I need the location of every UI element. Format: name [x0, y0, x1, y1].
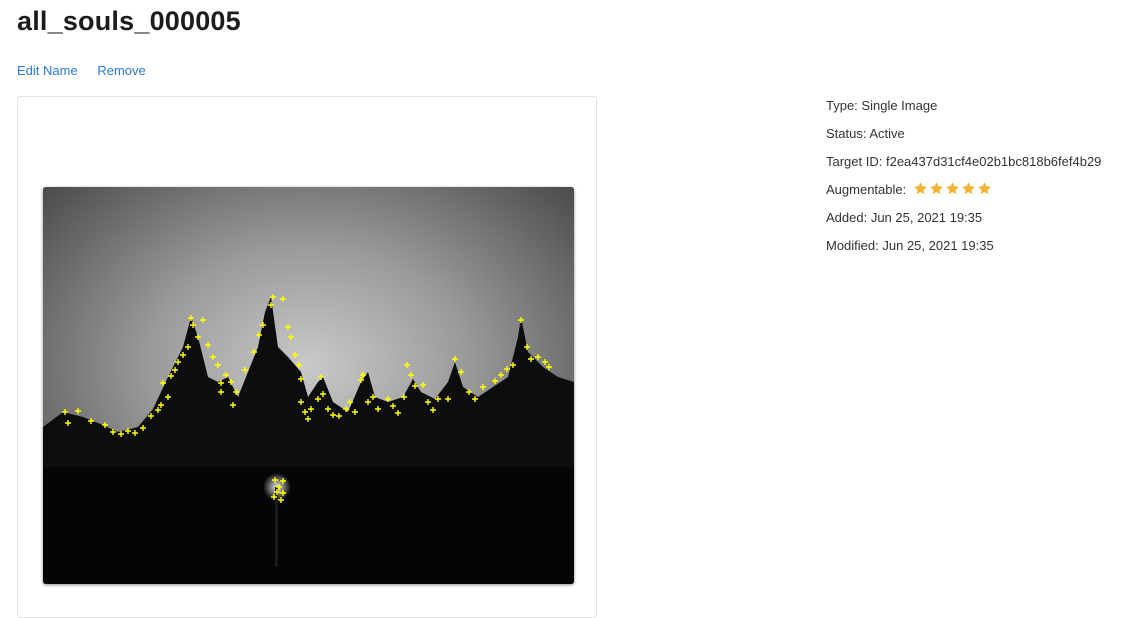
target-actions: Edit Name Remove — [17, 63, 162, 78]
augmentable-row: Augmentable: — [826, 181, 1101, 209]
star-icon — [914, 182, 927, 195]
star-icon — [962, 182, 975, 195]
target-image — [43, 187, 574, 584]
added-label: Added: — [826, 210, 868, 225]
type-label: Type: — [826, 98, 858, 113]
target-id-label: Target ID: — [826, 154, 883, 169]
image-preview-card — [17, 96, 597, 618]
target-id-row: Target ID: f2ea437d31cf4e02b1bc818b6fef4… — [826, 153, 1101, 181]
augmentable-rating — [913, 181, 993, 201]
target-id-value: f2ea437d31cf4e02b1bc818b6fef4b29 — [885, 154, 1102, 169]
star-icon — [978, 182, 991, 195]
added-row: Added: Jun 25, 2021 19:35 — [826, 209, 1101, 237]
remove-link[interactable]: Remove — [97, 63, 145, 78]
modified-row: Modified: Jun 25, 2021 19:35 — [826, 237, 1101, 265]
star-icon — [946, 182, 959, 195]
type-row: Type: Single Image — [826, 97, 1101, 125]
added-value: Jun 25, 2021 19:35 — [870, 210, 983, 225]
modified-value: Jun 25, 2021 19:35 — [882, 238, 994, 253]
target-details: Type: Single Image Status: Active Target… — [826, 97, 1101, 265]
edit-name-link[interactable]: Edit Name — [17, 63, 78, 78]
type-value: Single Image — [861, 98, 938, 113]
page-title: all_souls_000005 — [17, 6, 241, 36]
star-icon — [930, 182, 943, 195]
status-label: Status: — [826, 126, 867, 141]
augmentable-label: Augmentable: — [826, 182, 907, 197]
status-row: Status: Active — [826, 125, 1101, 153]
status-value: Active — [869, 126, 905, 141]
target-image-preview — [43, 187, 574, 584]
modified-label: Modified: — [826, 238, 879, 253]
